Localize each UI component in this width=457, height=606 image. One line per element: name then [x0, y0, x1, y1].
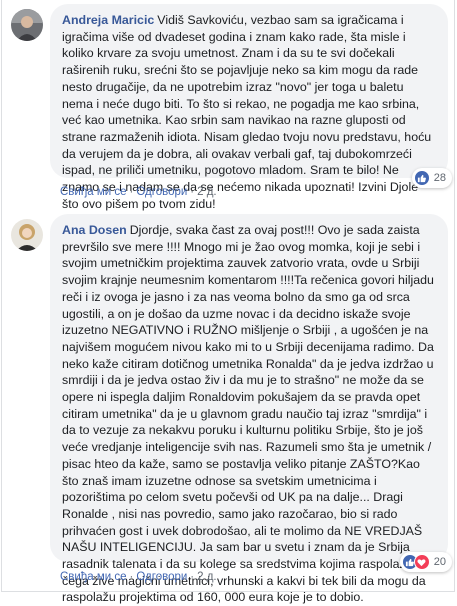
reaction-summary[interactable]: 28	[411, 168, 452, 188]
like-button[interactable]: Свиђа ми се	[60, 186, 127, 198]
avatar[interactable]	[11, 9, 43, 41]
reply-button[interactable]: Одговори	[136, 186, 187, 198]
reply-button[interactable]: Одговори	[136, 571, 187, 583]
comment-text: Vidiš Savkoviću, vezbao sam sa igračicam…	[62, 13, 432, 211]
like-button[interactable]: Свиђа ми се	[60, 571, 127, 583]
reaction-summary[interactable]: 20	[399, 552, 452, 572]
like-icon	[413, 170, 430, 186]
comment-actions: Свиђа ми се · Одговори · 2 д.	[60, 186, 217, 198]
separator-dot: ·	[129, 186, 134, 198]
separator-dot: ·	[190, 186, 195, 198]
comment-author[interactable]: Ana Dosen	[62, 223, 127, 237]
comments-panel: Andreja Maricic Vidiš Savkoviću, vezbao s…	[1, 0, 455, 604]
comment-actions: Свиђа ми се · Одговори · 2 д.	[60, 571, 217, 583]
avatar[interactable]	[11, 219, 43, 251]
comment-text: Djordje, svaka čast za ovaj post!!! Ovo …	[62, 223, 436, 605]
reaction-count: 28	[433, 171, 446, 184]
comment-bubble: Ana Dosen Djordje, svaka čast za ovaj pos…	[50, 214, 452, 604]
love-icon	[413, 554, 430, 570]
separator-dot: ·	[190, 571, 195, 583]
comment-bubble: Andreja Maricic Vidiš Savkoviću, vezbao s…	[50, 4, 452, 211]
comment-author[interactable]: Andreja Maricic	[62, 13, 154, 27]
reaction-count: 20	[433, 555, 446, 568]
separator-dot: ·	[129, 571, 134, 583]
comment-timestamp[interactable]: 2 д.	[197, 571, 217, 583]
comment-timestamp[interactable]: 2 д.	[197, 186, 217, 198]
